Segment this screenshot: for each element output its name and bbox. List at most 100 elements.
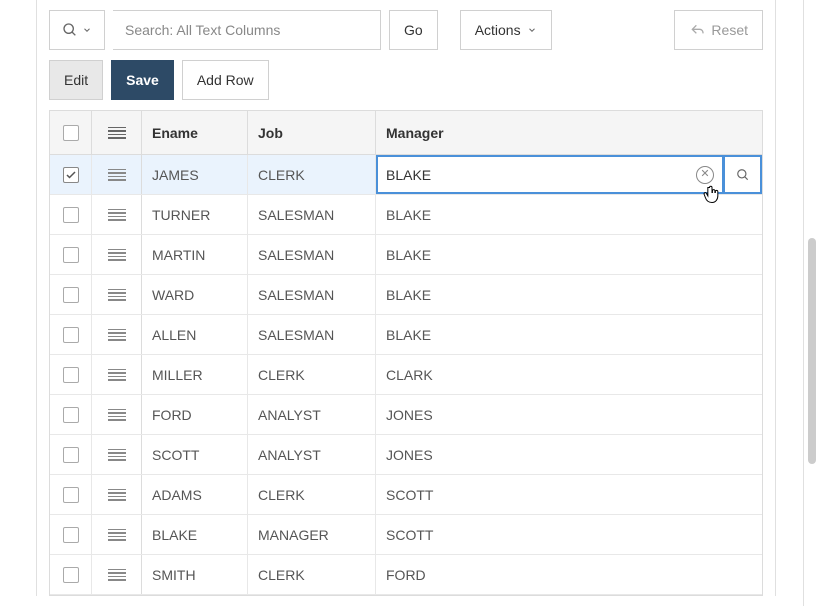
table-row[interactable]: WARDSALESMANBLAKE [50,275,762,315]
cell-ename[interactable]: MILLER [142,355,248,394]
reset-button[interactable]: Reset [674,10,763,50]
row-actions-button[interactable] [92,315,142,354]
row-actions-button[interactable] [92,555,142,594]
cell-ename[interactable]: TURNER [142,195,248,234]
cell-job[interactable]: SALESMAN [248,195,376,234]
row-checkbox[interactable] [63,487,79,503]
add-row-button[interactable]: Add Row [182,60,269,100]
cell-ename[interactable]: FORD [142,395,248,434]
cell-job[interactable]: SALESMAN [248,235,376,274]
table-row[interactable]: MARTINSALESMANBLAKE [50,235,762,275]
row-actions-button[interactable] [92,235,142,274]
row-checkbox[interactable] [63,287,79,303]
row-checkbox[interactable] [63,447,79,463]
cell-manager[interactable]: BLAKE [376,235,762,274]
chevron-down-icon [527,25,537,35]
row-actions-button[interactable] [92,195,142,234]
column-header-ename[interactable]: Ename [142,111,248,154]
table-row[interactable]: ALLENSALESMANBLAKE [50,315,762,355]
row-actions-button[interactable] [92,155,142,194]
row-checkbox[interactable] [63,527,79,543]
table-row[interactable]: SMITHCLERKFORD [50,555,762,595]
row-actions-button[interactable] [92,355,142,394]
manager-input[interactable] [386,167,690,183]
row-actions-header[interactable] [92,111,142,154]
cell-manager[interactable]: BLAKE [376,315,762,354]
cell-ename[interactable]: ALLEN [142,315,248,354]
cell-ename[interactable]: SCOTT [142,435,248,474]
search-input[interactable] [113,10,381,50]
column-header-manager[interactable]: Manager [376,111,762,154]
cell-manager[interactable]: CLARK [376,355,762,394]
menu-icon [108,449,126,461]
clear-icon[interactable]: ✕ [696,166,714,184]
menu-icon [108,169,126,181]
cell-job[interactable]: ANALYST [248,435,376,474]
cell-ename[interactable]: WARD [142,275,248,314]
actions-button[interactable]: Actions [460,10,552,50]
row-checkbox[interactable] [63,567,79,583]
cell-manager[interactable]: SCOTT [376,515,762,554]
menu-icon [108,489,126,501]
menu-icon [108,289,126,301]
menu-icon [108,329,126,341]
row-checkbox[interactable] [63,207,79,223]
search-menu-button[interactable] [49,10,105,50]
row-actions-button[interactable] [92,515,142,554]
cell-job[interactable]: MANAGER [248,515,376,554]
cell-manager[interactable]: JONES [376,435,762,474]
cell-ename[interactable]: ADAMS [142,475,248,514]
cell-job[interactable]: ANALYST [248,395,376,434]
search-icon [736,168,750,182]
menu-icon [108,369,126,381]
row-checkbox[interactable] [63,167,79,183]
scrollbar[interactable] [808,238,816,464]
cell-job[interactable]: SALESMAN [248,275,376,314]
cell-manager[interactable]: BLAKE [376,275,762,314]
cell-ename[interactable]: MARTIN [142,235,248,274]
row-checkbox[interactable] [63,327,79,343]
cell-manager[interactable]: JONES [376,395,762,434]
edit-button[interactable]: Edit [49,60,103,100]
row-actions-button[interactable] [92,435,142,474]
row-actions-button[interactable] [92,395,142,434]
data-grid: Ename Job Manager JAMESCLERK✕TURNERSALES… [49,110,763,596]
row-actions-button[interactable] [92,275,142,314]
cell-manager[interactable]: BLAKE [376,195,762,234]
cell-job[interactable]: CLERK [248,555,376,594]
row-actions-button[interactable] [92,475,142,514]
menu-icon [108,529,126,541]
menu-icon [108,409,126,421]
cell-ename[interactable]: BLAKE [142,515,248,554]
cell-job[interactable]: CLERK [248,155,376,194]
menu-icon [108,127,126,139]
table-row[interactable]: MILLERCLERKCLARK [50,355,762,395]
reset-label: Reset [711,22,748,38]
lov-button[interactable] [724,155,762,194]
column-header-job[interactable]: Job [248,111,376,154]
cell-manager[interactable]: SCOTT [376,475,762,514]
actions-label: Actions [475,22,521,38]
cell-ename[interactable]: JAMES [142,155,248,194]
menu-icon [108,249,126,261]
table-row[interactable]: JAMESCLERK ✕ [50,155,762,195]
cell-manager[interactable]: ✕ [376,155,762,194]
table-row[interactable]: ADAMSCLERKSCOTT [50,475,762,515]
cell-job[interactable]: CLERK [248,475,376,514]
table-row[interactable]: FORDANALYSTJONES [50,395,762,435]
row-checkbox[interactable] [63,407,79,423]
cell-ename[interactable]: SMITH [142,555,248,594]
table-row[interactable]: SCOTTANALYSTJONES [50,435,762,475]
cell-job[interactable]: CLERK [248,355,376,394]
save-button[interactable]: Save [111,60,174,100]
cell-manager[interactable]: FORD [376,555,762,594]
menu-icon [108,569,126,581]
cell-job[interactable]: SALESMAN [248,315,376,354]
table-row[interactable]: TURNERSALESMANBLAKE [50,195,762,235]
menu-icon [108,209,126,221]
select-all-checkbox[interactable] [63,125,79,141]
row-checkbox[interactable] [63,247,79,263]
table-row[interactable]: BLAKEMANAGERSCOTT [50,515,762,555]
row-checkbox[interactable] [63,367,79,383]
go-button[interactable]: Go [389,10,438,50]
